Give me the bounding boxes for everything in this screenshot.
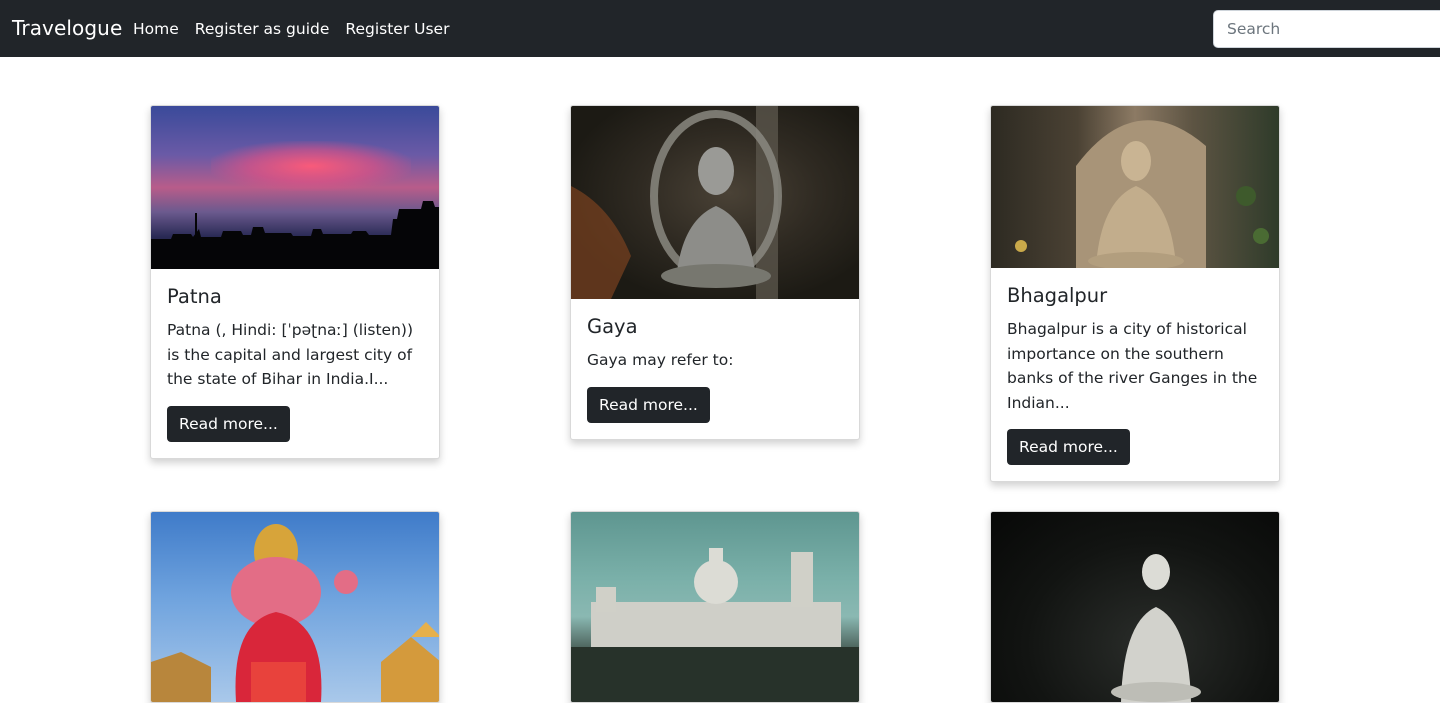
card-body: Gaya Gaya may refer to: Read more... bbox=[571, 299, 859, 439]
card-title: Bhagalpur bbox=[1007, 284, 1108, 307]
card-text: Patna (, Hindi: [ˈpəʈnaː] (listen)) is t… bbox=[167, 321, 414, 388]
card-image-ganesh bbox=[151, 512, 439, 702]
destination-card-victoria bbox=[570, 511, 860, 703]
card-title: Gaya bbox=[587, 315, 638, 338]
destination-card-patna: Patna Patna (, Hindi: [ˈpəʈnaː] (listen)… bbox=[150, 105, 440, 459]
destination-card-bhagalpur: Bhagalpur Bhagalpur is a city of histori… bbox=[990, 105, 1280, 482]
destination-card-ganesh bbox=[150, 511, 440, 703]
read-more-button[interactable]: Read more... bbox=[587, 386, 710, 423]
card-text: Gaya may refer to: bbox=[587, 351, 734, 369]
card-image-patna bbox=[151, 106, 439, 269]
read-more-button[interactable]: Read more... bbox=[167, 405, 290, 442]
nav-link-home[interactable]: Home bbox=[133, 20, 179, 38]
search-input[interactable] bbox=[1213, 10, 1440, 48]
brand-link[interactable]: Travelogue bbox=[12, 16, 122, 40]
destination-card-buddha bbox=[990, 511, 1280, 703]
card-title: Patna bbox=[167, 285, 222, 308]
read-more-button[interactable]: Read more... bbox=[1007, 429, 1130, 465]
destination-card-gaya: Gaya Gaya may refer to: Read more... bbox=[570, 105, 860, 440]
card-image-bhagalpur bbox=[991, 106, 1279, 268]
card-image-gaya bbox=[571, 106, 859, 299]
card-image-buddha bbox=[991, 512, 1279, 702]
nav-link-register-user[interactable]: Register User bbox=[345, 20, 449, 38]
card-text: Bhagalpur is a city of historical import… bbox=[1007, 320, 1258, 412]
card-body: Patna Patna (, Hindi: [ˈpəʈnaː] (listen)… bbox=[151, 269, 439, 458]
nav-links: Home Register as guide Register User bbox=[133, 20, 449, 38]
nav-link-register-guide[interactable]: Register as guide bbox=[195, 20, 330, 38]
card-body: Bhagalpur Bhagalpur is a city of histori… bbox=[991, 268, 1279, 481]
card-image-victoria bbox=[571, 512, 859, 702]
navbar: Travelogue Home Register as guide Regist… bbox=[0, 0, 1440, 57]
